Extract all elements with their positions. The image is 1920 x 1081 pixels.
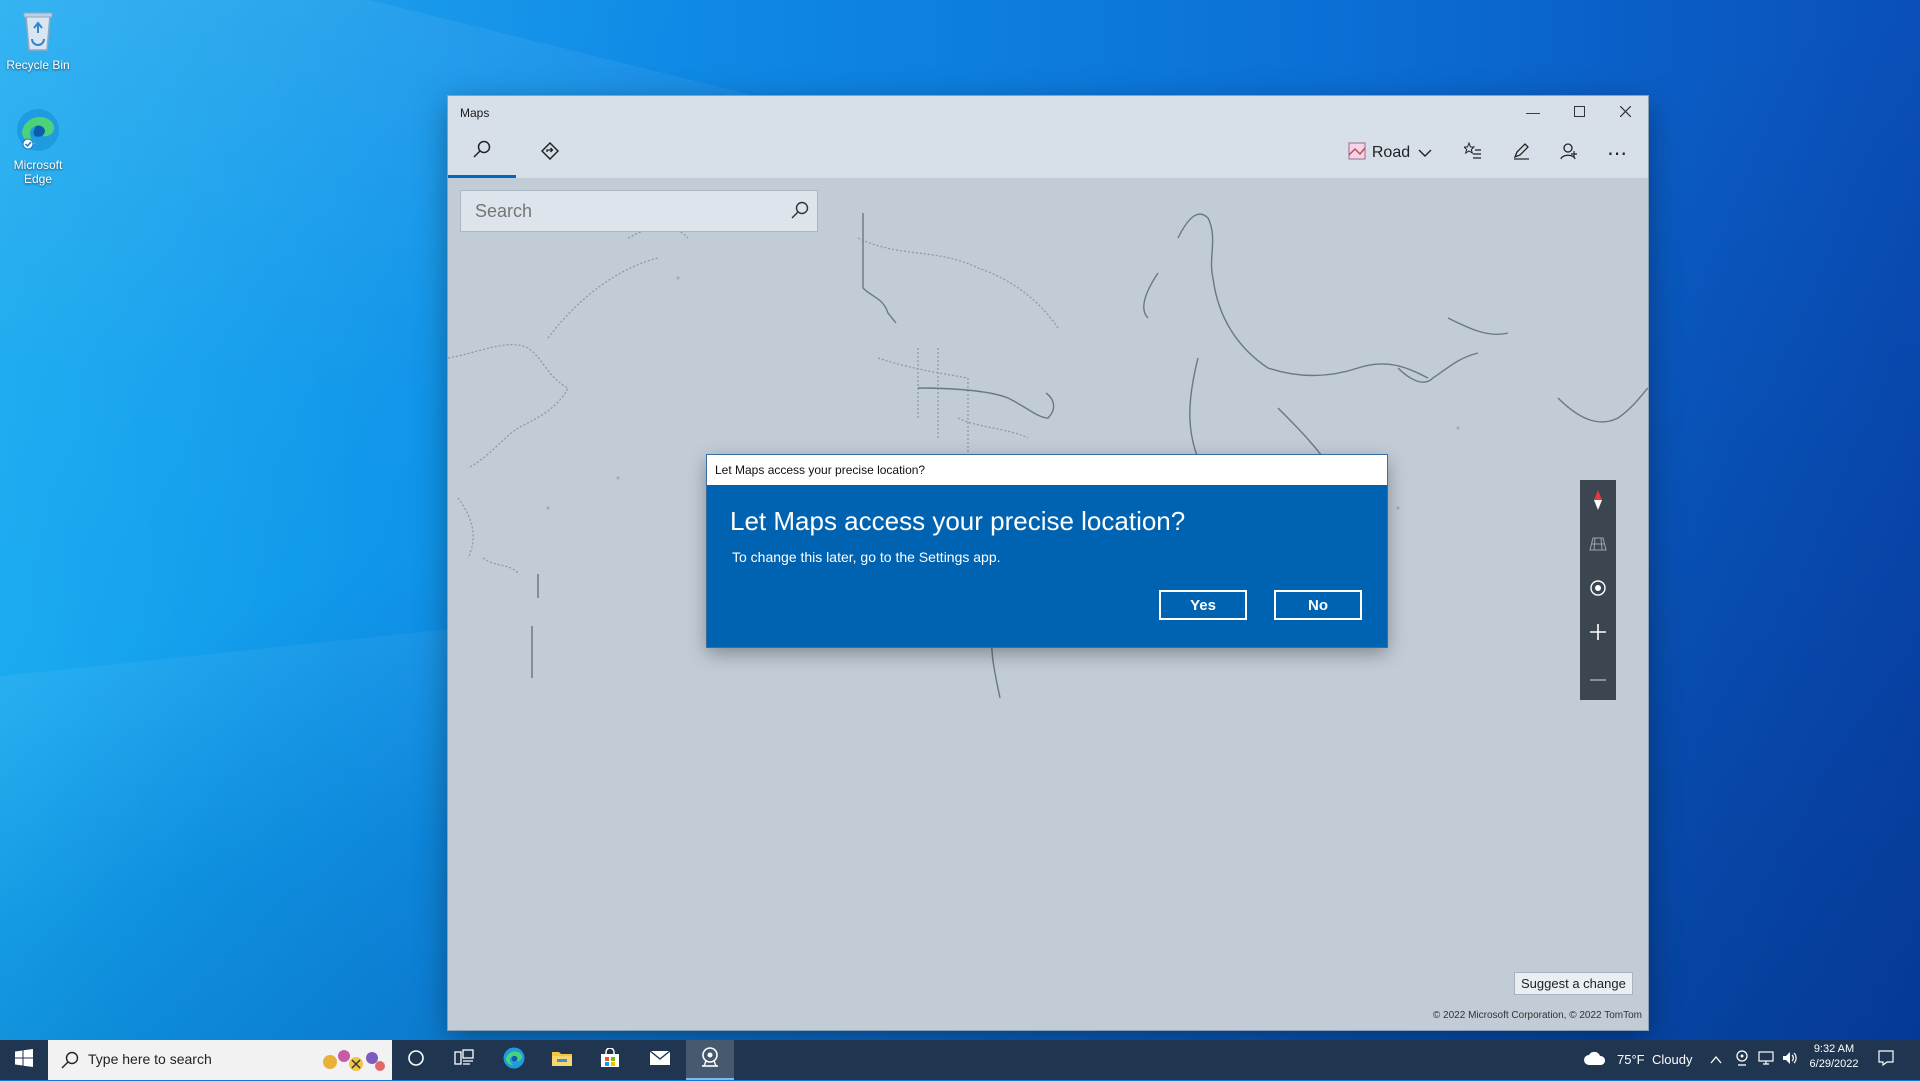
tab-search[interactable] [448,128,516,178]
tilt-button[interactable] [1580,524,1616,568]
mail-icon [649,1049,671,1071]
clock-time: 9:32 AM [1813,1043,1855,1055]
dialog-body: To change this later, go to the Settings… [732,549,1001,565]
weather-condition: Cloudy [1652,1052,1693,1067]
dialog-heading: Let Maps access your precise location? [730,506,1186,536]
store-icon [600,1046,620,1073]
close-icon [1619,104,1631,120]
locate-me-icon [1589,579,1607,602]
store-button[interactable] [586,1040,634,1080]
map-style-dropdown[interactable]: Road [1346,128,1434,178]
compass-button[interactable] [1580,480,1616,524]
desktop-icon-label: Recycle Bin [6,58,70,72]
minimize-button[interactable]: — [1510,96,1556,128]
ink-pen-icon [1512,142,1530,165]
edge-icon [14,106,62,154]
weather-temperature: 75°F [1617,1052,1645,1067]
zoom-in-icon [1589,623,1607,646]
no-button[interactable]: No [1274,590,1362,620]
notification-icon [1878,1049,1894,1071]
desktop-icon-edge[interactable]: Microsoft Edge [0,106,78,186]
recycle-bin-icon [14,6,62,54]
account-button[interactable] [1546,128,1592,178]
taskbar-edge-button[interactable] [490,1040,538,1080]
file-explorer-button[interactable] [538,1040,586,1080]
start-icon [15,1048,33,1072]
desktop-icon-label: Microsoft Edge [13,158,63,186]
cortana-icon [407,1049,425,1072]
toolbar: Road ⋯ [448,128,1648,178]
location-permission-dialog: Let Maps access your precise location? L… [707,455,1387,647]
minimize-icon: — [1526,104,1540,120]
ink-button[interactable] [1498,128,1544,178]
cortana-button[interactable] [392,1040,440,1080]
task-view-button[interactable] [440,1040,488,1080]
task-view-icon [454,1048,474,1072]
favorites-icon [1462,141,1482,165]
dialog-title-bar: Let Maps access your precise location? [707,455,1387,485]
map-navigation-controls [1580,480,1616,700]
search-input[interactable] [473,200,777,223]
zoom-in-button[interactable] [1580,612,1616,656]
volume-icon [1782,1051,1798,1070]
account-icon [1560,142,1578,165]
clock[interactable]: 9:32 AM 6/29/2022 [1806,1043,1862,1070]
desktop-icon-recycle-bin[interactable]: Recycle Bin [0,6,78,72]
taskbar-maps-button[interactable] [686,1040,734,1080]
cloud-icon [1583,1050,1607,1071]
map-layer-icon [1348,142,1366,165]
tilt-icon [1589,537,1607,556]
favorites-button[interactable] [1450,128,1496,178]
zoom-out-icon [1589,669,1607,687]
weather-widget[interactable] [1582,1040,1608,1080]
more-button[interactable]: ⋯ [1594,128,1640,178]
volume-button[interactable] [1780,1040,1800,1080]
file-explorer-icon [551,1049,573,1072]
edge-icon [502,1046,526,1075]
webcam-icon [1735,1049,1749,1071]
search-icon [61,1051,79,1074]
mail-button[interactable] [636,1040,684,1080]
search-highlight-icon [316,1044,388,1081]
network-button[interactable] [1756,1040,1776,1080]
maps-icon [699,1046,721,1073]
taskbar: Type here to search 75°F Cloudy 9:32 AM … [0,1040,1920,1080]
taskbar-search-box[interactable]: Type here to search [48,1040,392,1080]
network-icon [1758,1050,1774,1070]
start-button[interactable] [0,1040,48,1080]
map-copyright: © 2022 Microsoft Corporation, © 2022 Tom… [1432,1010,1642,1021]
chevron-up-icon [1710,1051,1722,1069]
clock-date: 6/29/2022 [1809,1058,1859,1070]
taskbar-search-placeholder: Type here to search [88,1051,212,1067]
tab-directions[interactable] [516,128,584,178]
compass-icon [1592,489,1604,516]
title-bar: Maps — [448,96,1648,128]
notifications-button[interactable] [1874,1040,1898,1080]
directions-icon [540,141,560,165]
search-icon [473,140,491,163]
yes-button[interactable]: Yes [1159,590,1247,620]
chevron-down-icon [1418,144,1432,162]
locate-me-button[interactable] [1580,568,1616,612]
map-style-label: Road [1371,144,1411,161]
maximize-button[interactable] [1556,96,1602,128]
zoom-out-button[interactable] [1580,656,1616,700]
maximize-icon [1573,104,1585,120]
suggest-a-change-button[interactable]: Suggest a change [1514,972,1633,995]
close-button[interactable] [1602,96,1648,128]
search-icon[interactable] [791,201,809,224]
webcam-tray-button[interactable] [1732,1040,1752,1080]
search-box[interactable] [460,190,818,232]
show-hidden-icons-button[interactable] [1706,1040,1726,1080]
window-title: Maps [460,106,490,120]
more-icon: ⋯ [1607,142,1627,165]
